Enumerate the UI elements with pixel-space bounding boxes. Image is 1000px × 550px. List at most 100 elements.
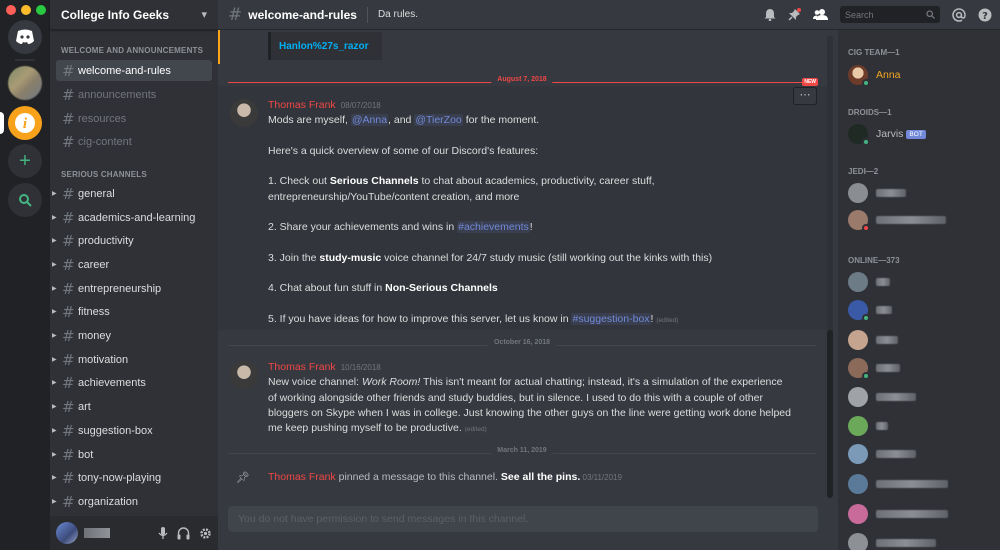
channel-label: organization <box>78 495 138 508</box>
channel-label: achievements <box>78 376 146 389</box>
avatar <box>848 300 870 322</box>
channel-mention[interactable]: #achievements <box>457 221 530 233</box>
channel-organization[interactable]: ▶ # organization <box>52 491 212 512</box>
channel-academics-and-learning[interactable]: ▶ # academics-and-learning <box>52 207 212 228</box>
server-header[interactable]: College Info Geeks ▾ <box>50 0 218 30</box>
channel-announcements[interactable]: # announcements <box>56 84 212 105</box>
member-redacted[interactable] <box>848 210 946 232</box>
hash-icon: # <box>62 109 75 128</box>
server-icon[interactable] <box>8 66 42 100</box>
author-avatar[interactable] <box>230 361 258 389</box>
headphones-icon[interactable] <box>177 526 190 540</box>
channel-bot[interactable]: ▶ # bot <box>52 444 212 465</box>
member-redacted[interactable] <box>848 533 936 550</box>
member-redacted[interactable] <box>848 183 906 203</box>
channel-career[interactable]: ▶ # career <box>52 254 212 275</box>
scrollbar-thumb[interactable] <box>827 330 833 498</box>
pin-icon[interactable] <box>788 8 801 21</box>
channel-general[interactable]: ▶ # general <box>52 183 212 204</box>
dnd-status-icon <box>862 224 870 232</box>
member-jarvis[interactable]: Jarvis BOT <box>848 124 926 146</box>
member-redacted[interactable] <box>848 358 900 380</box>
channel-cig-content[interactable]: # cig-content <box>56 131 212 152</box>
search-input[interactable]: Search <box>840 6 940 23</box>
plus-icon: + <box>19 149 31 172</box>
help-icon[interactable]: ? <box>978 8 992 22</box>
search-placeholder: Search <box>845 9 874 20</box>
caret-right-icon: ▶ <box>52 333 57 339</box>
channel-productivity[interactable]: ▶ # productivity <box>52 230 212 251</box>
channel-resources[interactable]: # resources <box>56 108 212 129</box>
channel-fitness[interactable]: ▶ # fitness <box>52 301 212 322</box>
author-name[interactable]: Thomas Frank <box>268 361 336 373</box>
channel-money[interactable]: ▶ # money <box>52 325 212 346</box>
online-status-icon <box>862 314 870 322</box>
channel-label: cig-content <box>78 135 132 148</box>
message-line: 3. Join the study-music voice channel fo… <box>268 252 713 264</box>
at-icon[interactable] <box>952 7 966 22</box>
author-name[interactable]: Thomas Frank <box>268 471 336 483</box>
user-mention[interactable]: @Anna <box>350 114 389 126</box>
mic-icon[interactable] <box>158 526 168 540</box>
member-redacted[interactable] <box>848 444 916 464</box>
embed-link[interactable]: Hanlon%27s_razor <box>279 41 368 52</box>
bell-icon[interactable] <box>764 8 776 21</box>
channel-mention[interactable]: #suggestion-box <box>571 313 651 325</box>
college-info-geeks-server-icon[interactable]: i <box>8 106 42 140</box>
category-welcome[interactable]: WELCOME AND ANNOUNCEMENTS <box>61 46 203 55</box>
edited-label: (edited) <box>464 426 487 433</box>
caret-right-icon: ▶ <box>52 452 57 458</box>
channel-entrepreneurship[interactable]: ▶ # entrepreneurship <box>52 278 212 299</box>
member-redacted[interactable] <box>848 387 916 407</box>
channel-art[interactable]: ▶ # art <box>52 396 212 417</box>
message-line: of working alongside other friends and s… <box>268 392 763 404</box>
category-serious[interactable]: SERIOUS CHANNELS <box>61 170 147 179</box>
add-server-button[interactable]: + <box>8 144 42 178</box>
channel-header: # welcome-and-rules Da rules. Search ? <box>218 0 1000 30</box>
redacted-name <box>876 393 916 401</box>
explore-servers-button[interactable] <box>8 183 42 217</box>
redacted-name <box>876 278 890 286</box>
channel-achievements[interactable]: ▶ # achievements <box>52 372 212 393</box>
avatar <box>848 533 868 550</box>
composer-placeholder: You do not have permission to send messa… <box>238 513 529 525</box>
message-line: 2. Share your achievements and wins in #… <box>268 221 533 233</box>
author-avatar[interactable] <box>230 99 258 127</box>
member-redacted[interactable] <box>848 330 898 350</box>
redacted-name <box>876 336 898 344</box>
channel-motivation[interactable]: ▶ # motivation <box>52 349 212 370</box>
svg-text:?: ? <box>982 10 988 21</box>
member-redacted[interactable] <box>848 474 948 494</box>
member-redacted[interactable] <box>848 300 892 322</box>
chevron-down-icon: ▾ <box>201 9 207 21</box>
channel-label: tony-now-playing <box>78 471 162 484</box>
channel-suggestion-box[interactable]: ▶ # suggestion-box <box>52 420 212 441</box>
member-redacted[interactable] <box>848 504 948 524</box>
user-avatar[interactable] <box>56 522 78 544</box>
gear-icon[interactable] <box>199 527 212 540</box>
rail-separator <box>15 59 35 61</box>
avatar <box>848 272 868 292</box>
user-mention[interactable]: @TierZoo <box>414 114 463 126</box>
hash-icon: # <box>228 4 243 25</box>
author-name[interactable]: Thomas Frank <box>268 99 336 111</box>
home-button[interactable] <box>8 20 42 54</box>
avatar <box>848 330 868 350</box>
close-window-button[interactable] <box>6 5 16 15</box>
avatar <box>848 358 870 380</box>
active-server-indicator <box>0 112 4 134</box>
message-input[interactable]: You do not have permission to send messa… <box>228 506 818 532</box>
channel-welcome-and-rules[interactable]: # welcome-and-rules <box>56 60 212 81</box>
hash-icon: # <box>62 208 75 227</box>
more-options-button[interactable]: ⋯ <box>793 87 817 105</box>
members-icon[interactable] <box>813 8 828 21</box>
minimize-window-button[interactable] <box>21 5 31 15</box>
member-redacted[interactable] <box>848 416 888 436</box>
see-pins-link[interactable]: See all the pins. <box>501 471 580 483</box>
member-redacted[interactable] <box>848 272 890 292</box>
channel-label: fitness <box>78 305 110 318</box>
channel-label: welcome-and-rules <box>78 64 171 77</box>
channel-tony-now-playing[interactable]: ▶ # tony-now-playing <box>52 467 212 488</box>
zoom-window-button[interactable] <box>36 5 46 15</box>
member-anna[interactable]: Anna <box>848 65 901 87</box>
